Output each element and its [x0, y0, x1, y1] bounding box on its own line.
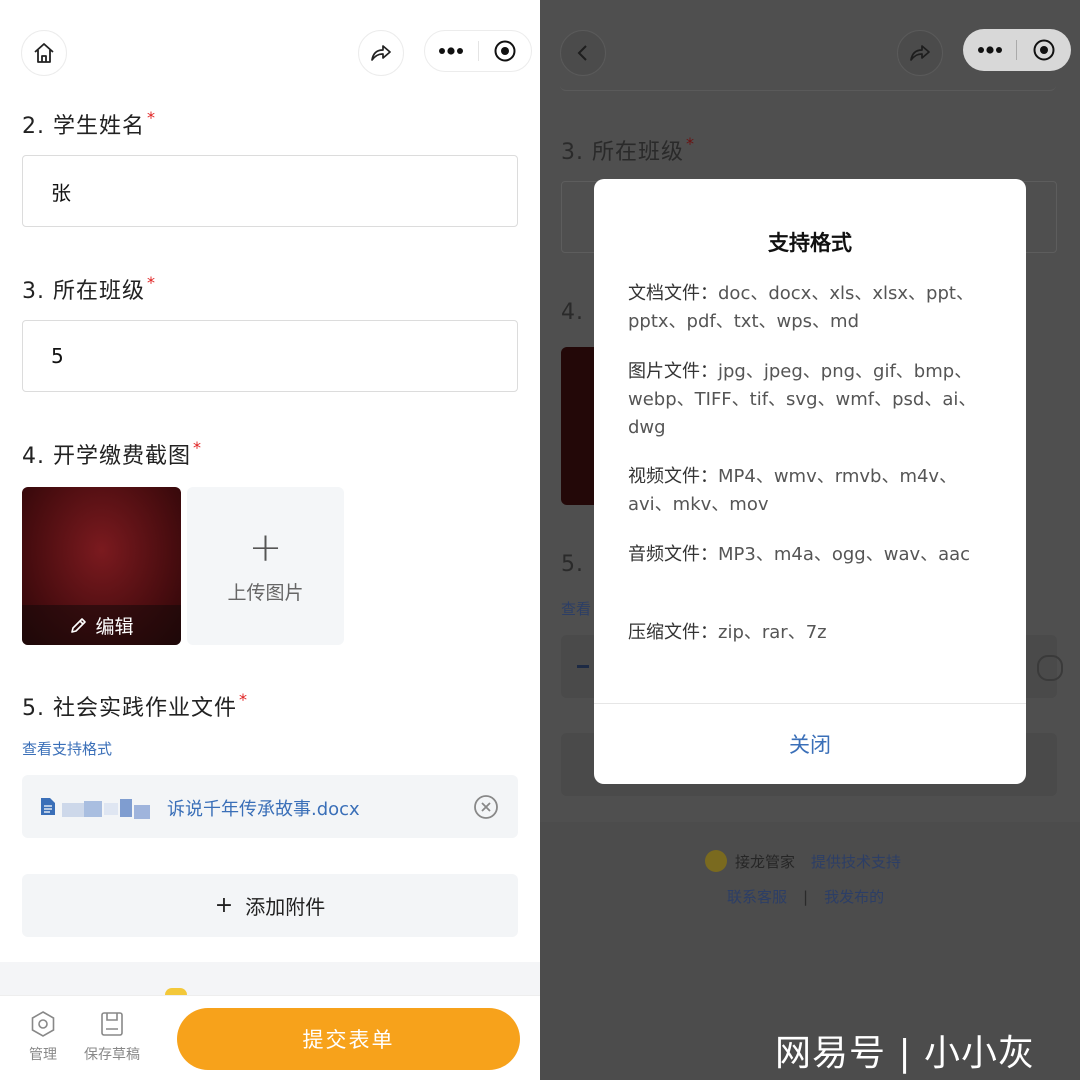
question-payment-screenshot: 4. 开学缴费截图 * — [22, 438, 202, 470]
footer-brand-line: 接龙管家 提供技术支持 — [705, 850, 901, 872]
save-icon — [101, 1012, 123, 1036]
home-icon — [34, 43, 54, 63]
footer-peek — [0, 962, 540, 1002]
watermark-text: 网易号 | 小小灰hui — [775, 1033, 1036, 1080]
pencil-icon — [71, 618, 87, 633]
input-value: 5 — [51, 344, 64, 368]
edit-image-button[interactable]: 编辑 — [22, 605, 181, 645]
required-mark: * — [685, 134, 695, 153]
required-mark: * — [238, 690, 248, 709]
footer-links: 联系客服 | 我发布的 — [727, 886, 884, 907]
required-mark: * — [192, 438, 202, 457]
bg-formats-link: 查看 — [561, 600, 592, 618]
upload-image-button[interactable]: + 上传图片 — [187, 487, 344, 645]
file-name[interactable]: 诉说千年传承故事.docx — [167, 795, 360, 821]
format-group-images: 图片文件：jpg、jpeg、png、gif、bmp、webp、TIFF、tif、… — [628, 358, 978, 442]
document-icon — [41, 798, 55, 815]
close-program-button[interactable] — [1017, 38, 1070, 62]
tech-support-link[interactable]: 提供技术支持 — [811, 851, 901, 872]
upload-label: 上传图片 — [227, 581, 304, 604]
class-input[interactable]: 5 — [22, 320, 518, 392]
modal-title: 支持格式 — [768, 231, 852, 255]
format-group-key: 音频文件： — [628, 544, 718, 565]
question-label: 3. 所在班级 — [561, 140, 684, 165]
brand-name: 接龙管家 — [735, 852, 796, 871]
bg-question-class: 3. 所在班级 * — [561, 134, 695, 166]
bg-q5-prefix: 5. — [561, 552, 584, 577]
add-attachment-button[interactable]: + 添加附件 — [22, 874, 518, 937]
brand-logo-icon — [705, 850, 727, 872]
bg-q4-prefix: 4. — [561, 300, 584, 325]
question-label: 5. 社会实践作业文件 — [22, 696, 237, 721]
bg-prev-field — [560, 60, 1056, 91]
required-mark: * — [146, 273, 156, 292]
format-group-key: 视频文件： — [628, 466, 718, 487]
save-draft-button[interactable]: 保存草稿 — [78, 1010, 146, 1064]
question-student-name: 2. 学生姓名 * — [22, 108, 156, 140]
question-label: 3. 所在班级 — [22, 279, 145, 304]
more-dots-icon — [439, 47, 464, 55]
my-published-link[interactable]: 我发布的 — [824, 886, 884, 907]
manage-label: 管理 — [29, 1047, 57, 1063]
target-close-icon — [494, 40, 516, 62]
student-name-input[interactable]: 张 — [22, 155, 518, 227]
question-label: 4. 开学缴费截图 — [22, 444, 191, 469]
home-button[interactable] — [21, 30, 67, 76]
close-program-button[interactable] — [478, 31, 531, 71]
mini-program-capsule — [424, 30, 532, 72]
more-dots-icon — [977, 46, 1002, 54]
format-group-archives: 压缩文件：zip、rar、7z — [628, 619, 978, 647]
plus-icon: + — [248, 524, 283, 571]
target-close-icon — [1033, 39, 1054, 61]
uploaded-image-thumbnail[interactable]: 编辑 — [22, 487, 181, 645]
format-group-audio: 音频文件：MP3、m4a、ogg、wav、aac — [628, 541, 978, 569]
supported-formats-modal: 支持格式 文档文件：doc、docx、xls、xlsx、ppt、pptx、pdf… — [594, 179, 1026, 784]
more-button[interactable] — [425, 31, 478, 71]
format-group-key: 图片文件： — [628, 361, 718, 382]
view-formats-link[interactable]: 查看支持格式 — [22, 738, 112, 759]
share-icon — [371, 45, 391, 61]
contact-service-link[interactable]: 联系客服 — [727, 886, 787, 907]
manage-button[interactable]: 管理 — [20, 1010, 66, 1064]
question-class: 3. 所在班级 * — [22, 273, 156, 305]
hexagon-settings-icon — [31, 1011, 55, 1037]
attached-file-row: 诉说千年传承故事.docx — [22, 775, 518, 838]
blurred-name-mask — [62, 797, 150, 819]
question-practice-file: 5. 社会实践作业文件 * — [22, 690, 248, 722]
remove-file-icon[interactable] — [473, 794, 499, 820]
format-group-documents: 文档文件：doc、docx、xls、xlsx、ppt、pptx、pdf、txt、… — [628, 280, 978, 336]
format-group-key: 压缩文件： — [628, 622, 718, 643]
footer-separator: | — [803, 887, 809, 906]
submit-form-button[interactable]: 提交表单 — [177, 1008, 520, 1070]
edit-label: 编辑 — [95, 615, 134, 638]
input-value: 张 — [51, 180, 71, 205]
plus-icon: + — [214, 893, 234, 918]
more-button[interactable] — [963, 46, 1016, 54]
add-attachment-label: 添加附件 — [245, 895, 326, 919]
format-group-value: MP3、m4a、ogg、wav、aac — [718, 544, 971, 565]
format-group-key: 文档文件： — [628, 283, 718, 304]
question-label: 2. 学生姓名 — [22, 114, 145, 139]
share-button[interactable] — [358, 30, 404, 76]
modal-close-button[interactable]: 关闭 — [594, 703, 1026, 784]
format-group-value: zip、rar、7z — [718, 622, 827, 643]
form-page-left: 2. 学生姓名 * 张 3. 所在班级 * 5 4. 开学缴费截图 * 编辑 + 上传… — [0, 0, 540, 1080]
required-mark: * — [146, 108, 156, 127]
format-group-videos: 视频文件：MP4、wmv、rmvb、m4v、avi、mkv、mov — [628, 463, 978, 519]
save-draft-label: 保存草稿 — [84, 1047, 140, 1063]
